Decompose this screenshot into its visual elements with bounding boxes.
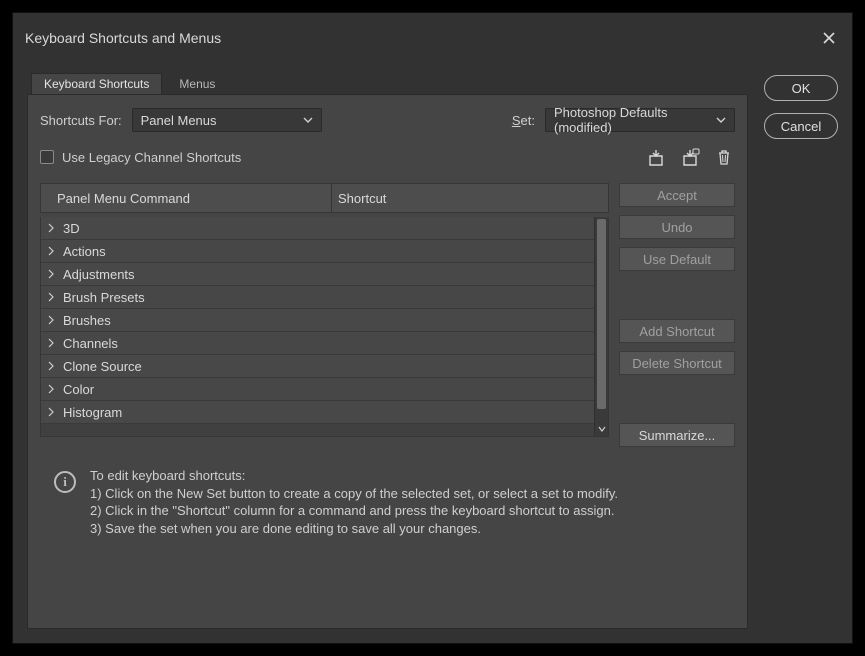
- table-wrap: Panel Menu Command Shortcut 3D Actions Adj…: [40, 183, 735, 447]
- table-row[interactable]: Brushes: [41, 309, 594, 332]
- row-label: 3D: [61, 221, 80, 236]
- help-text: i To edit keyboard shortcuts: 1) Click o…: [40, 461, 735, 543]
- row-label: Actions: [61, 244, 106, 259]
- dialog-side-buttons: OK Cancel: [764, 73, 838, 629]
- set-action-icons: [645, 147, 735, 167]
- cancel-button[interactable]: Cancel: [764, 113, 838, 139]
- delete-shortcut-button[interactable]: Delete Shortcut: [619, 351, 735, 375]
- ok-button[interactable]: OK: [764, 75, 838, 101]
- row-label: Channels: [61, 336, 118, 351]
- table-row[interactable]: Actions: [41, 240, 594, 263]
- expand-icon[interactable]: [47, 314, 55, 326]
- legacy-checkbox[interactable]: [40, 150, 54, 164]
- expand-icon[interactable]: [47, 245, 55, 257]
- row-label: Clone Source: [61, 359, 142, 374]
- info-icon: i: [54, 471, 76, 493]
- expand-icon[interactable]: [47, 268, 55, 280]
- row-shortcuts-for: Shortcuts For: Panel Menus Set: Photosho…: [40, 105, 735, 135]
- dialog-title: Keyboard Shortcuts and Menus: [25, 30, 221, 46]
- tab-keyboard-shortcuts[interactable]: Keyboard Shortcuts: [31, 73, 162, 94]
- row-label: Histogram: [61, 405, 122, 420]
- scrollbar-thumb[interactable]: [597, 219, 606, 409]
- set-dropdown[interactable]: Photoshop Defaults (modified): [545, 108, 735, 132]
- panel-content: Shortcuts For: Panel Menus Set: Photosho…: [28, 95, 747, 628]
- help-line-2: 2) Click in the "Shortcut" column for a …: [90, 502, 618, 520]
- new-set-icon[interactable]: [679, 147, 701, 167]
- help-heading: To edit keyboard shortcuts:: [90, 467, 618, 485]
- tab-menus[interactable]: Menus: [166, 73, 228, 94]
- tabs: Keyboard Shortcuts Menus: [31, 72, 748, 94]
- expand-icon[interactable]: [47, 291, 55, 303]
- shortcuts-for-dropdown[interactable]: Panel Menus: [132, 108, 322, 132]
- shortcut-table: Panel Menu Command Shortcut 3D Actions Adj…: [40, 183, 609, 447]
- expand-icon[interactable]: [47, 337, 55, 349]
- table-row[interactable]: Clone Source: [41, 355, 594, 378]
- row-label: Brush Presets: [61, 290, 145, 305]
- scroll-down-icon[interactable]: [595, 422, 608, 436]
- table-row[interactable]: Histogram: [41, 401, 594, 424]
- row-label: Color: [61, 382, 94, 397]
- set-label: Set:: [512, 113, 535, 128]
- row-label: Brushes: [61, 313, 111, 328]
- table-body: 3D Actions Adjustments Brush Presets Brushes…: [40, 217, 609, 437]
- dialog-body: Keyboard Shortcuts Menus Shortcuts For: …: [13, 63, 852, 643]
- chevron-down-icon: [303, 115, 313, 125]
- row-legacy: Use Legacy Channel Shortcuts: [40, 145, 735, 169]
- table-row[interactable]: Color: [41, 378, 594, 401]
- action-column: Accept Undo Use Default Add Shortcut Del…: [619, 183, 735, 447]
- table-row[interactable]: 3D: [41, 217, 594, 240]
- close-icon[interactable]: [818, 27, 840, 49]
- shortcuts-for-value: Panel Menus: [141, 113, 217, 128]
- accept-button[interactable]: Accept: [619, 183, 735, 207]
- expand-icon[interactable]: [47, 383, 55, 395]
- shortcuts-for-label: Shortcuts For:: [40, 113, 122, 128]
- chevron-down-icon: [716, 115, 726, 125]
- dialog-window: Keyboard Shortcuts and Menus Keyboard Sh…: [12, 12, 853, 644]
- use-default-button[interactable]: Use Default: [619, 247, 735, 271]
- help-line-3: 3) Save the set when you are done editin…: [90, 520, 618, 538]
- row-label: Adjustments: [61, 267, 135, 282]
- set-value: Photoshop Defaults (modified): [554, 105, 716, 135]
- undo-button[interactable]: Undo: [619, 215, 735, 239]
- main-panel: Shortcuts For: Panel Menus Set: Photosho…: [27, 94, 748, 629]
- table-rows: 3D Actions Adjustments Brush Presets Brushes…: [41, 217, 594, 436]
- table-row[interactable]: Channels: [41, 332, 594, 355]
- header-shortcut: Shortcut: [331, 184, 608, 212]
- scrollbar[interactable]: [594, 217, 608, 436]
- table-row[interactable]: Brush Presets: [41, 286, 594, 309]
- summarize-button[interactable]: Summarize...: [619, 423, 735, 447]
- expand-icon[interactable]: [47, 360, 55, 372]
- titlebar: Keyboard Shortcuts and Menus: [13, 13, 852, 63]
- expand-icon[interactable]: [47, 406, 55, 418]
- table-row[interactable]: Adjustments: [41, 263, 594, 286]
- header-command: Panel Menu Command: [41, 191, 331, 206]
- legacy-label: Use Legacy Channel Shortcuts: [62, 150, 241, 165]
- expand-icon[interactable]: [47, 222, 55, 234]
- trash-icon[interactable]: [713, 147, 735, 167]
- add-shortcut-button[interactable]: Add Shortcut: [619, 319, 735, 343]
- save-set-icon[interactable]: [645, 147, 667, 167]
- help-line-1: 1) Click on the New Set button to create…: [90, 485, 618, 503]
- table-header: Panel Menu Command Shortcut: [40, 183, 609, 213]
